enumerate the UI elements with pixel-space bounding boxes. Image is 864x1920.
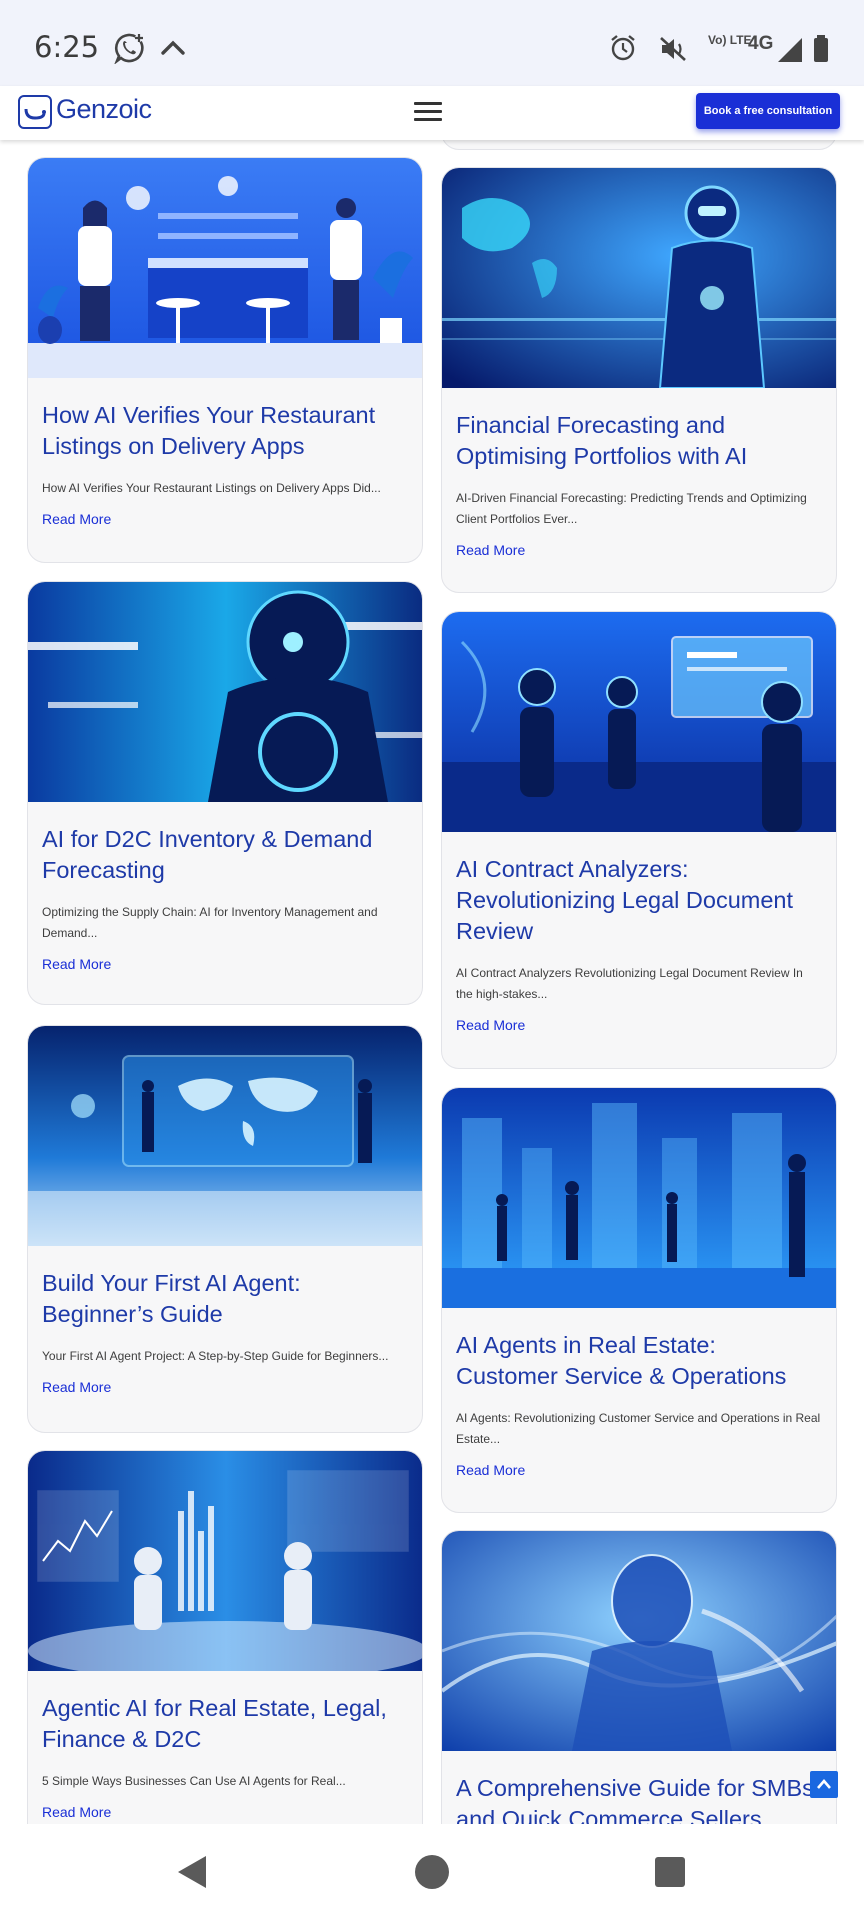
read-more-link[interactable]: Read More bbox=[42, 1379, 111, 1395]
read-more-link[interactable]: Read More bbox=[42, 956, 111, 972]
read-more-link[interactable]: Read More bbox=[42, 1804, 111, 1820]
card-excerpt: 5 Simple Ways Businesses Can Use AI Agen… bbox=[42, 1774, 346, 1788]
logo-text[interactable]: Genzoic bbox=[56, 94, 152, 125]
arrow-up-icon bbox=[817, 1779, 831, 1789]
card-image[interactable] bbox=[442, 612, 836, 832]
status-time: 6:25 bbox=[34, 30, 100, 64]
card-title[interactable]: Financial Forecasting and Optimising Por… bbox=[456, 410, 822, 472]
blog-card[interactable]: AI for D2C Inventory & Demand Forecastin… bbox=[27, 581, 423, 1005]
card-title[interactable]: How AI Verifies Your Restaurant Listings… bbox=[42, 400, 408, 462]
card-image[interactable] bbox=[442, 1088, 836, 1308]
card-title[interactable]: AI for D2C Inventory & Demand Forecastin… bbox=[42, 824, 408, 886]
card-title[interactable]: Build Your First AI Agent: Beginner’s Gu… bbox=[42, 1268, 408, 1330]
logo-icon[interactable] bbox=[18, 95, 52, 129]
back-icon[interactable] bbox=[176, 1854, 210, 1890]
previous-card bbox=[441, 140, 837, 150]
card-image[interactable] bbox=[442, 1531, 836, 1751]
read-more-link[interactable]: Read More bbox=[456, 1017, 525, 1033]
scroll-top-button[interactable] bbox=[810, 1771, 838, 1798]
blog-card[interactable]: AI Agents in Real Estate: Customer Servi… bbox=[441, 1087, 837, 1513]
card-title[interactable]: AI Contract Analyzers: Revolutionizing L… bbox=[456, 854, 822, 947]
signal-icon bbox=[778, 38, 802, 62]
read-more-link[interactable]: Read More bbox=[42, 511, 111, 527]
chevron-up-icon bbox=[161, 40, 185, 55]
card-image[interactable] bbox=[28, 1026, 422, 1246]
system-navigation-bar bbox=[0, 1824, 864, 1920]
card-title[interactable]: A Comprehensive Guide for SMBs and Quick… bbox=[456, 1773, 822, 1824]
card-image[interactable] bbox=[28, 582, 422, 802]
mute-icon bbox=[660, 37, 686, 61]
read-more-link[interactable]: Read More bbox=[456, 542, 525, 558]
home-icon[interactable] bbox=[414, 1854, 450, 1890]
lte-indicator: Vo) LTE bbox=[708, 33, 752, 47]
card-excerpt: Your First AI Agent Project: A Step-by-S… bbox=[42, 1349, 389, 1363]
card-image[interactable] bbox=[28, 1451, 422, 1671]
menu-icon[interactable] bbox=[414, 102, 444, 124]
card-excerpt: How AI Verifies Your Restaurant Listings… bbox=[42, 481, 381, 495]
blog-card[interactable]: A Comprehensive Guide for SMBs and Quick… bbox=[441, 1530, 837, 1824]
card-excerpt: AI Contract Analyzers Revolutionizing Le… bbox=[456, 966, 803, 1001]
card-image[interactable] bbox=[442, 168, 836, 388]
card-title[interactable]: Agentic AI for Real Estate, Legal, Finan… bbox=[42, 1693, 408, 1755]
blog-card[interactable]: Build Your First AI Agent: Beginner’s Gu… bbox=[27, 1025, 423, 1433]
battery-icon bbox=[814, 35, 828, 62]
alarm-icon bbox=[611, 35, 635, 61]
blog-grid: How AI Verifies Your Restaurant Listings… bbox=[0, 140, 864, 1824]
blog-card[interactable]: Financial Forecasting and Optimising Por… bbox=[441, 167, 837, 593]
card-image[interactable] bbox=[28, 158, 422, 378]
status-bar: 6:25 Vo) LTE 4G bbox=[0, 0, 864, 86]
card-title[interactable]: AI Agents in Real Estate: Customer Servi… bbox=[456, 1330, 822, 1392]
top-navbar: Genzoic Book a free consultation bbox=[0, 86, 864, 140]
network-4g-label: 4G bbox=[748, 33, 774, 54]
book-consultation-button[interactable]: Book a free consultation bbox=[696, 93, 840, 129]
blog-card[interactable]: How AI Verifies Your Restaurant Listings… bbox=[27, 157, 423, 563]
blog-card[interactable]: AI Contract Analyzers: Revolutionizing L… bbox=[441, 611, 837, 1069]
read-more-link[interactable]: Read More bbox=[456, 1462, 525, 1478]
recents-icon[interactable] bbox=[654, 1856, 686, 1888]
blog-card[interactable]: Agentic AI for Real Estate, Legal, Finan… bbox=[27, 1450, 423, 1824]
card-excerpt: Optimizing the Supply Chain: AI for Inve… bbox=[42, 905, 378, 940]
card-excerpt: AI Agents: Revolutionizing Customer Serv… bbox=[456, 1411, 821, 1446]
card-excerpt: AI-Driven Financial Forecasting: Predict… bbox=[456, 491, 807, 526]
whatsapp-icon bbox=[114, 33, 144, 64]
